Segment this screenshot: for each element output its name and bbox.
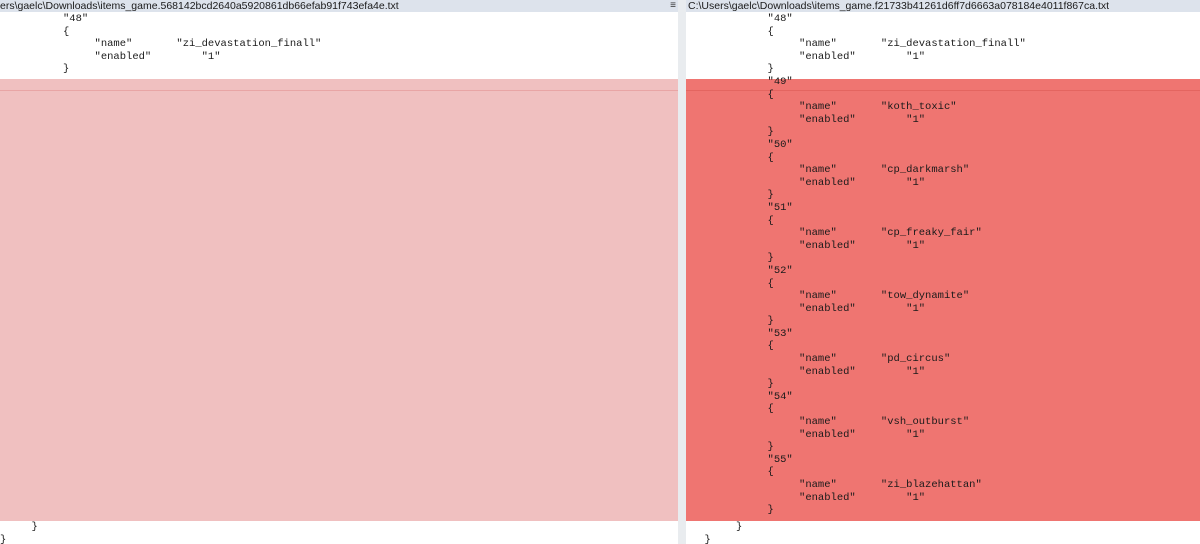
left-code-top: "48" { "name" "zi_devastation_finall" "e… (63, 13, 322, 76)
left-diff-region (0, 79, 678, 521)
left-diff-marker-line (0, 90, 678, 91)
hamburger-menu-icon[interactable]: ≡ (670, 0, 676, 12)
right-code-bottom: } } (704, 521, 743, 544)
right-code-diff: "49" { "name" "koth_toxic" "enabled" "1"… (767, 76, 982, 517)
left-file-path: ers\gaelc\Downloads\items_game.568142bcd… (0, 0, 399, 12)
left-file-pane[interactable]: ers\gaelc\Downloads\items_game.568142bcd… (0, 0, 678, 544)
right-code-top: "48" { "name" "zi_devastation_finall" "e… (767, 13, 1026, 76)
left-code-bottom: } } (0, 521, 38, 544)
pane-divider[interactable] (678, 0, 686, 544)
right-file-pane[interactable]: C:\Users\gaelc\Downloads\items_game.f217… (686, 0, 1200, 544)
diff-viewer: ers\gaelc\Downloads\items_game.568142bcd… (0, 0, 1200, 544)
right-file-header: C:\Users\gaelc\Downloads\items_game.f217… (686, 0, 1200, 12)
left-file-header: ers\gaelc\Downloads\items_game.568142bcd… (0, 0, 678, 12)
right-file-path: C:\Users\gaelc\Downloads\items_game.f217… (688, 0, 1110, 12)
